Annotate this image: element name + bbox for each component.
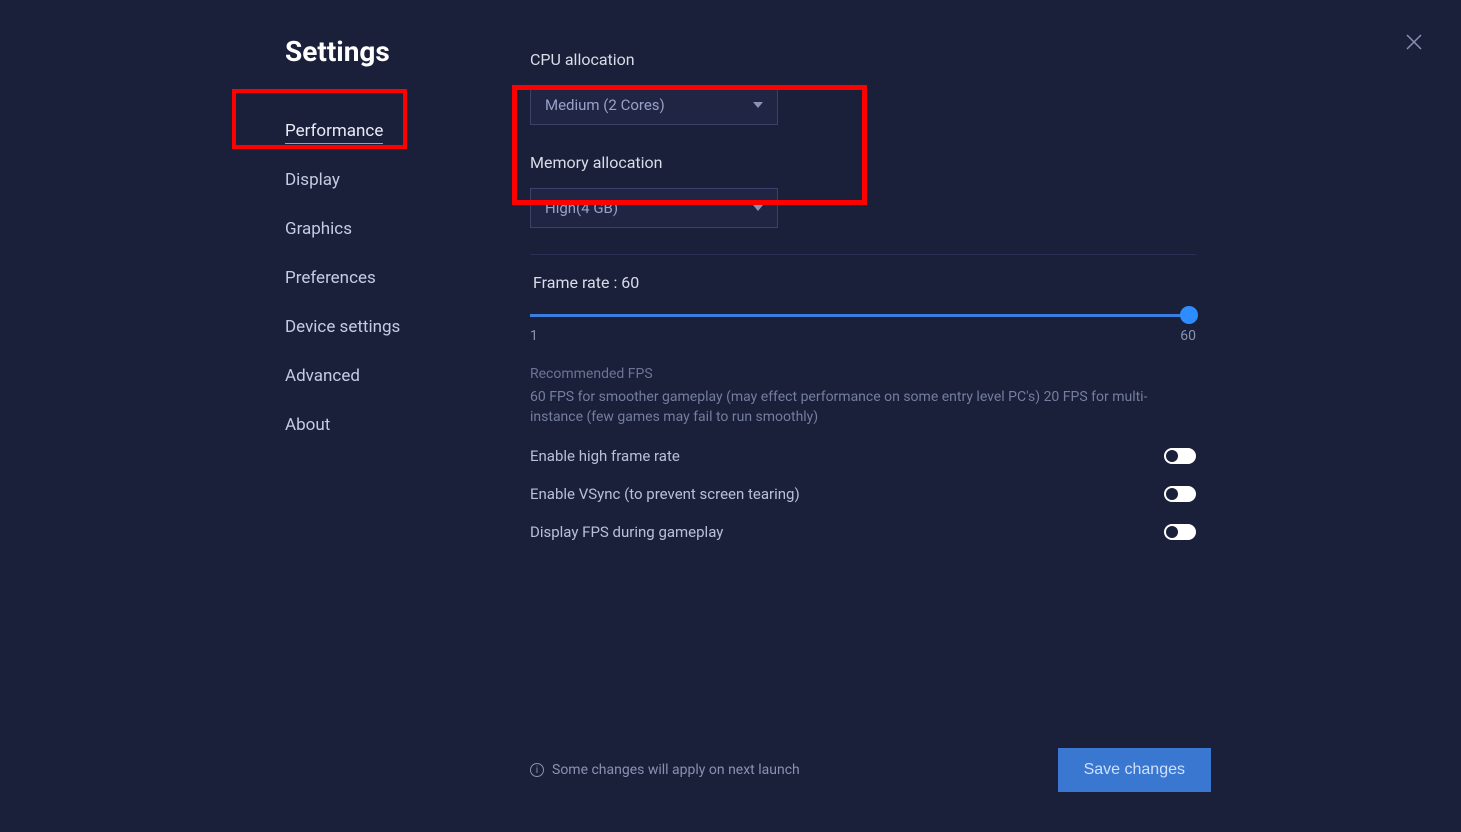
enable-vsync-label: Enable VSync (to prevent screen tearing) (530, 485, 800, 503)
divider (530, 254, 1196, 255)
sidebar-item-label: Display (285, 170, 340, 190)
sidebar-item-label: Performance (285, 121, 383, 144)
enable-high-frame-rate-toggle[interactable] (1164, 448, 1196, 464)
main-content: CPU allocation Medium (2 Cores) Memory a… (525, 35, 1461, 832)
info-icon: i (530, 763, 544, 777)
enable-vsync-toggle[interactable] (1164, 486, 1196, 502)
recommended-fps-text: 60 FPS for smoother gameplay (may effect… (530, 388, 1196, 427)
display-fps-toggle[interactable] (1164, 524, 1196, 540)
footer-note: i Some changes will apply on next launch (530, 762, 800, 778)
memory-allocation-value: High(4 GB) (545, 199, 618, 217)
sidebar: Settings Performance Display Graphics Pr… (285, 35, 525, 832)
cpu-allocation-label: CPU allocation (530, 50, 1196, 69)
toggle-knob (1166, 488, 1178, 500)
recommended-fps-title: Recommended FPS (530, 366, 1196, 382)
sidebar-item-display[interactable]: Display (285, 162, 525, 198)
cpu-allocation-value: Medium (2 Cores) (545, 96, 665, 114)
sidebar-item-advanced[interactable]: Advanced (285, 358, 525, 394)
cpu-allocation-select[interactable]: Medium (2 Cores) (530, 85, 778, 125)
frame-rate-slider[interactable] (530, 306, 1196, 330)
enable-high-frame-rate-label: Enable high frame rate (530, 447, 680, 465)
frame-rate-label: Frame rate : 60 (530, 273, 1196, 292)
chevron-down-icon (753, 102, 763, 108)
sidebar-item-label: Preferences (285, 268, 376, 288)
memory-allocation-label: Memory allocation (530, 153, 1196, 172)
chevron-down-icon (753, 205, 763, 211)
sidebar-item-preferences[interactable]: Preferences (285, 260, 525, 296)
toggle-knob (1166, 526, 1178, 538)
slider-min-label: 1 (530, 328, 538, 344)
sidebar-item-about[interactable]: About (285, 407, 525, 443)
slider-track (530, 314, 1196, 317)
footer-note-text: Some changes will apply on next launch (552, 762, 800, 778)
footer: i Some changes will apply on next launch… (530, 748, 1211, 792)
display-fps-label: Display FPS during gameplay (530, 523, 723, 541)
sidebar-item-label: Advanced (285, 366, 360, 386)
page-title: Settings (285, 35, 525, 68)
sidebar-item-label: Device settings (285, 317, 400, 337)
memory-allocation-select[interactable]: High(4 GB) (530, 188, 778, 228)
save-changes-button[interactable]: Save changes (1058, 748, 1211, 792)
sidebar-item-graphics[interactable]: Graphics (285, 211, 525, 247)
sidebar-item-label: Graphics (285, 219, 352, 239)
sidebar-item-label: About (285, 415, 330, 435)
slider-max-label: 60 (1180, 328, 1196, 344)
sidebar-item-device-settings[interactable]: Device settings (285, 309, 525, 345)
sidebar-item-performance[interactable]: Performance (285, 113, 525, 149)
slider-thumb[interactable] (1180, 306, 1198, 324)
toggle-knob (1166, 450, 1178, 462)
